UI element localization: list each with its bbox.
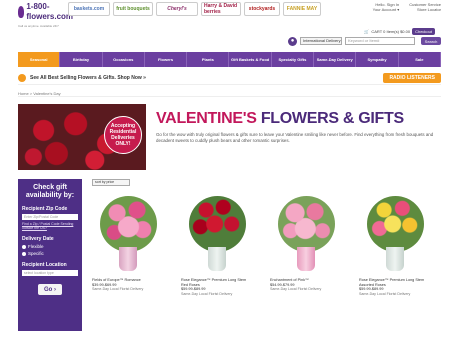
product-grid: Fields of Europe™ Romance $39.99-$69.99 … bbox=[92, 190, 441, 296]
product-card[interactable]: Rose Elegance™ Premium Long Stem Red Ros… bbox=[181, 190, 254, 296]
nav-item-plants[interactable]: Plants bbox=[187, 52, 230, 67]
header: 1-800-flowers.com Call us anytime. Avail… bbox=[18, 2, 441, 28]
sidebar-title: Check gift availability by: bbox=[25, 184, 75, 199]
sort-select[interactable]: sort by price bbox=[92, 179, 130, 186]
zip-help-link[interactable]: Find a Zip / Postal Code Sending outside… bbox=[22, 222, 78, 230]
breadcrumb[interactable]: Home > Valentine's Day bbox=[18, 91, 441, 97]
product-card[interactable]: Enchantment of Pink™ $54.99-$79.99 Same-… bbox=[270, 190, 343, 296]
vase-image bbox=[297, 247, 315, 271]
product-name[interactable]: Rose Elegance™ Premium Long Stem Assorte… bbox=[359, 278, 432, 287]
international-delivery-select[interactable]: International Delivery bbox=[300, 37, 342, 45]
zip-label: Recipient Zip Code bbox=[22, 206, 68, 212]
nav-item-flowers[interactable]: Flowers bbox=[145, 52, 188, 67]
hero-roses-image: Accepting Residential Deliveries ONLY! bbox=[18, 104, 146, 170]
bouquet-image bbox=[367, 196, 424, 252]
search-input[interactable]: Keyword or Item# bbox=[345, 37, 415, 45]
date-option-specific[interactable]: Specific bbox=[22, 251, 78, 256]
availability-sidebar: Check gift availability by: Recipient Zi… bbox=[18, 179, 82, 331]
product-image[interactable] bbox=[359, 190, 432, 275]
search-button[interactable]: Search bbox=[421, 37, 441, 45]
site-logo[interactable]: 1-800-flowers.com Call us anytime. Avail… bbox=[18, 2, 73, 28]
brand-links: baskets.com fruit bouquets Cheryl's Harr… bbox=[68, 2, 321, 16]
product-card[interactable]: Fields of Europe™ Romance $39.99-$69.99 … bbox=[92, 190, 165, 296]
vase-image bbox=[119, 247, 137, 271]
main-nav: Seasonal Birthday Occasions Flowers Plan… bbox=[18, 52, 441, 67]
product-image[interactable] bbox=[92, 190, 165, 275]
bouquet-image bbox=[189, 196, 246, 252]
checkout-button[interactable]: Checkout bbox=[412, 28, 435, 35]
nav-item-sale[interactable]: Sale bbox=[399, 52, 441, 67]
promo-link[interactable]: See All Best Selling Flowers & Gifts. Sh… bbox=[30, 75, 146, 81]
service-links: Customer Service Store Locator bbox=[409, 2, 441, 12]
location-label: Recipient Location bbox=[22, 262, 67, 268]
vase-image bbox=[208, 247, 226, 271]
date-option-label: Flexible bbox=[28, 244, 44, 249]
cart-text: CART 0 Item(s) $0.00 bbox=[371, 29, 411, 34]
nav-item-gift-baskets[interactable]: Gift Baskets & Food bbox=[229, 52, 272, 67]
store-locator-link[interactable]: Store Locator bbox=[409, 7, 441, 12]
product-shipping: Same-Day Local Florist Delivery bbox=[359, 291, 411, 296]
title-rest: FLOWERS & GIFTS bbox=[260, 110, 404, 127]
hero-description: Go for the wow with truly original flowe… bbox=[156, 132, 434, 143]
globe-icon: ● bbox=[288, 36, 297, 46]
zip-input[interactable]: Enter Zip/Postal Code bbox=[22, 214, 78, 220]
radio-icon[interactable] bbox=[22, 244, 26, 249]
your-account-link[interactable]: Your Account ▾ bbox=[373, 7, 400, 12]
bouquet-image bbox=[278, 196, 335, 252]
product-card[interactable]: Rose Elegance™ Premium Long Stem Assorte… bbox=[359, 190, 432, 296]
account-area: Hello. Sign In Your Account ▾ Customer S… bbox=[373, 2, 441, 12]
hero-text: VALENTINE'S FLOWERS & GIFTS Go for the w… bbox=[146, 104, 441, 170]
cart-icon: 🛒 bbox=[364, 29, 370, 34]
product-image[interactable] bbox=[270, 190, 343, 275]
title-highlight: VALENTINE'S bbox=[156, 110, 257, 127]
go-button[interactable]: Go › bbox=[38, 284, 62, 295]
brand-link-berries[interactable]: Harry & David berries bbox=[201, 2, 241, 16]
nav-item-specialty-gifts[interactable]: Specialty Gifts bbox=[272, 52, 315, 67]
date-option-label: Specific bbox=[28, 251, 44, 256]
brand-link-fannie-may[interactable]: FANNIE MAY bbox=[283, 2, 321, 16]
delivery-date-label: Delivery Date bbox=[22, 236, 54, 242]
nav-item-seasonal[interactable]: Seasonal bbox=[18, 52, 61, 67]
hero-banner: Accepting Residential Deliveries ONLY! V… bbox=[18, 104, 441, 170]
brand-link-fruit-bouquets[interactable]: fruit bouquets bbox=[113, 2, 153, 16]
radio-listeners-button[interactable]: RADIO LISTENERS bbox=[383, 72, 441, 83]
promo-arrow-icon bbox=[18, 73, 26, 82]
brand-link-stockyards[interactable]: stockyards bbox=[244, 2, 280, 16]
nav-item-same-day-delivery[interactable]: Same-Day Delivery bbox=[314, 52, 357, 67]
product-image[interactable] bbox=[181, 190, 254, 275]
product-shipping: Same-Day Local Florist Delivery bbox=[270, 287, 322, 291]
product-shipping: Same-Day Local Florist Delivery bbox=[181, 291, 233, 296]
account-links: Hello. Sign In Your Account ▾ bbox=[373, 2, 400, 12]
flower-logo-icon bbox=[18, 6, 25, 18]
residential-badge: Accepting Residential Deliveries ONLY! bbox=[104, 116, 142, 154]
location-select[interactable]: select location type bbox=[22, 270, 78, 276]
product-shipping: Same-Day Local Florist Delivery bbox=[92, 287, 144, 291]
main-content: Check gift availability by: Recipient Zi… bbox=[18, 179, 441, 331]
vase-image bbox=[386, 247, 404, 271]
nav-item-sympathy[interactable]: Sympathy bbox=[356, 52, 399, 67]
brand-link-baskets[interactable]: baskets.com bbox=[68, 2, 110, 16]
nav-item-birthday[interactable]: Birthday bbox=[60, 52, 103, 67]
product-area: sort by price Fields of Europe™ Romance … bbox=[82, 179, 441, 331]
nav-item-occasions[interactable]: Occasions bbox=[103, 52, 145, 67]
search-row: ● International Delivery Keyword or Item… bbox=[18, 34, 441, 48]
logo-tagline: Call us anytime. Available 24/7 bbox=[18, 24, 59, 28]
product-name[interactable]: Rose Elegance™ Premium Long Stem Red Ros… bbox=[181, 278, 254, 287]
promo-bar: See All Best Selling Flowers & Gifts. Sh… bbox=[18, 71, 441, 85]
bouquet-image bbox=[100, 196, 157, 252]
radio-icon[interactable] bbox=[22, 251, 26, 256]
page: 1-800-flowers.com Call us anytime. Avail… bbox=[0, 0, 457, 346]
date-option-flexible[interactable]: Flexible bbox=[22, 244, 78, 249]
brand-link-cheryls[interactable]: Cheryl's bbox=[156, 2, 198, 16]
page-title: VALENTINE'S FLOWERS & GIFTS bbox=[156, 110, 441, 128]
cart-summary[interactable]: 🛒 CART 0 Item(s) $0.00 Checkout bbox=[364, 28, 435, 35]
